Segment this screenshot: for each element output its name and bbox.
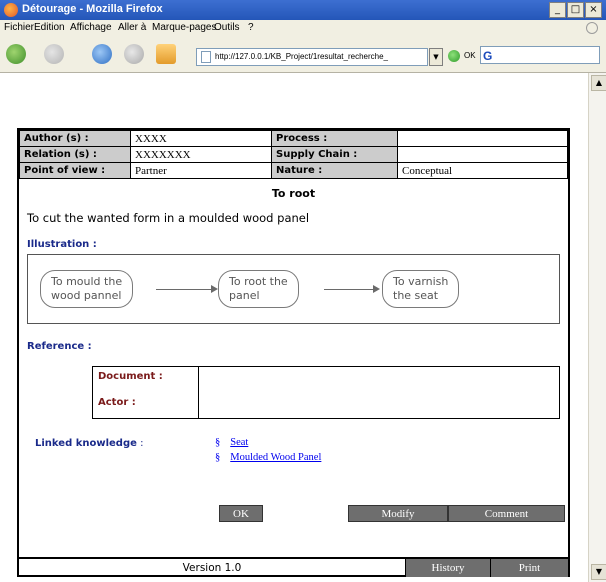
menu-outils[interactable]: Outils	[214, 22, 240, 33]
comment-button[interactable]: Comment	[448, 505, 565, 522]
illustration-label: Illustration :	[27, 239, 97, 250]
arrowhead-icon	[373, 285, 380, 293]
maximize-button[interactable]: □	[567, 2, 584, 18]
author-value: XXXX	[130, 130, 272, 147]
linked-item: § Seat	[215, 437, 248, 448]
window-title: Détourage - Mozilla Firefox	[22, 3, 163, 15]
relation-label: Relation (s) :	[19, 146, 131, 163]
author-label: Author (s) :	[19, 130, 131, 147]
reload-icon[interactable]	[92, 44, 112, 64]
supply-chain-label: Supply Chain :	[271, 146, 398, 163]
process-step: To root the panel	[218, 270, 299, 308]
process-step: To mould the wood pannel	[40, 270, 134, 308]
link-moulded-wood-panel[interactable]: Moulded Wood Panel	[230, 452, 321, 463]
menu-aller-a[interactable]: Aller à	[118, 22, 146, 33]
ok-button[interactable]: OK	[219, 505, 263, 522]
stop-icon[interactable]	[124, 44, 144, 64]
point-of-view-value: Partner	[130, 162, 272, 179]
history-button[interactable]: History	[405, 559, 490, 577]
url-bar[interactable]: http://127.0.0.1/KB_Project/1resultat_re…	[196, 48, 428, 66]
page-icon	[201, 51, 211, 63]
reference-divider	[198, 367, 199, 418]
menu-marque-pages[interactable]: Marque-pages	[152, 22, 216, 33]
document-label: Document :	[98, 371, 163, 382]
throbber-icon	[586, 22, 598, 34]
knowledge-title: To root	[271, 187, 316, 200]
actor-label: Actor :	[98, 397, 136, 408]
close-button[interactable]: ×	[585, 2, 602, 18]
menu-bar: Fichier Edition Affichage Aller à Marque…	[0, 20, 606, 36]
search-input[interactable]: G	[480, 46, 600, 64]
process-step: To varnish the seat	[382, 270, 460, 308]
menu-fichier[interactable]: Fichier	[4, 22, 34, 33]
arrowhead-icon	[211, 285, 218, 293]
linked-knowledge-colon: :	[136, 438, 144, 449]
illustration-diagram: To mould the wood pannel To root the pan…	[27, 254, 560, 324]
process-label: Process :	[271, 130, 398, 147]
vertical-scrollbar[interactable]: ▲ ▼	[588, 73, 606, 582]
link-seat[interactable]: Seat	[230, 437, 248, 448]
flow-arrow	[324, 289, 376, 290]
modify-button[interactable]: Modify	[348, 505, 448, 522]
minimize-button[interactable]: _	[549, 2, 566, 18]
point-of-view-label: Point of view :	[19, 162, 131, 179]
relation-value: XXXXXXX	[130, 146, 272, 163]
go-label[interactable]: OK	[464, 51, 476, 60]
section-icon: §	[215, 452, 221, 463]
linked-item: § Moulded Wood Panel	[215, 452, 321, 463]
supply-chain-value	[397, 146, 568, 163]
home-icon[interactable]	[156, 44, 176, 64]
firefox-icon	[4, 3, 18, 17]
metadata-table: Author (s) : XXXX Process : Relation (s)…	[19, 130, 568, 179]
version-label: Version 1.0	[182, 562, 242, 574]
reference-box: Document : Actor :	[92, 366, 560, 419]
url-dropdown-icon[interactable]: ▼	[429, 48, 443, 66]
nature-label: Nature :	[271, 162, 398, 179]
knowledge-card: Author (s) : XXXX Process : Relation (s)…	[17, 128, 570, 577]
knowledge-description: To cut the wanted form in a moulded wood…	[27, 211, 310, 225]
window-title-bar: Détourage - Mozilla Firefox _ □ ×	[0, 0, 606, 20]
forward-icon[interactable]	[44, 44, 64, 64]
scroll-down-icon[interactable]: ▼	[591, 564, 606, 580]
reference-label: Reference :	[27, 341, 92, 352]
back-icon[interactable]	[6, 44, 26, 64]
menu-help[interactable]: ?	[248, 22, 254, 33]
process-value	[397, 130, 568, 147]
flow-arrow	[156, 289, 214, 290]
nature-value: Conceptual	[397, 162, 568, 179]
page-footer: Version 1.0 History Print	[19, 557, 568, 577]
menu-affichage[interactable]: Affichage	[70, 22, 112, 33]
page-content: Author (s) : XXXX Process : Relation (s)…	[0, 73, 588, 582]
go-icon[interactable]	[448, 50, 460, 62]
section-icon: §	[215, 437, 221, 448]
linked-knowledge-label: Linked knowledge :	[35, 438, 143, 449]
scroll-up-icon[interactable]: ▲	[591, 75, 606, 91]
linked-knowledge-title: Linked knowledge	[35, 438, 137, 449]
menu-edition[interactable]: Edition	[34, 22, 65, 33]
url-text: http://127.0.0.1/KB_Project/1resultat_re…	[215, 52, 388, 61]
print-button[interactable]: Print	[490, 559, 568, 577]
navigation-toolbar: http://127.0.0.1/KB_Project/1resultat_re…	[0, 36, 606, 73]
